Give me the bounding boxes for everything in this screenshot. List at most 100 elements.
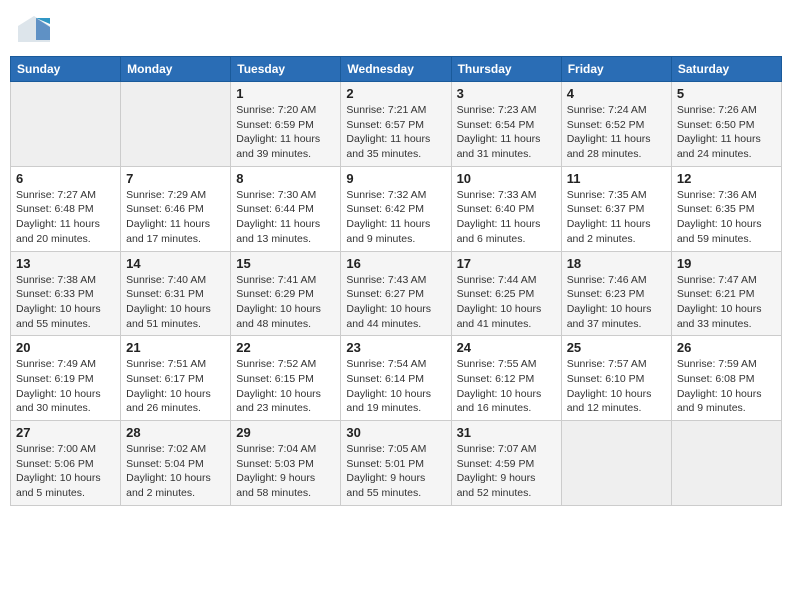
- calendar-cell: 23 Sunrise: 7:54 AMSunset: 6:14 PMDayligh…: [341, 336, 451, 421]
- calendar-cell: 5 Sunrise: 7:26 AMSunset: 6:50 PMDaylight…: [671, 82, 781, 167]
- day-info: Sunrise: 7:04 AMSunset: 5:03 PMDaylight:…: [236, 442, 335, 501]
- calendar-cell: 24 Sunrise: 7:55 AMSunset: 6:12 PMDayligh…: [451, 336, 561, 421]
- calendar-cell: 29 Sunrise: 7:04 AMSunset: 5:03 PMDayligh…: [231, 421, 341, 506]
- calendar-cell: 27 Sunrise: 7:00 AMSunset: 5:06 PMDayligh…: [11, 421, 121, 506]
- weekday-header-saturday: Saturday: [671, 57, 781, 82]
- day-info: Sunrise: 7:02 AMSunset: 5:04 PMDaylight:…: [126, 442, 225, 501]
- calendar-week-4: 20 Sunrise: 7:49 AMSunset: 6:19 PMDayligh…: [11, 336, 782, 421]
- calendar-body: 1 Sunrise: 7:20 AMSunset: 6:59 PMDaylight…: [11, 82, 782, 506]
- calendar-week-1: 1 Sunrise: 7:20 AMSunset: 6:59 PMDaylight…: [11, 82, 782, 167]
- day-number: 21: [126, 340, 225, 355]
- calendar-cell: 8 Sunrise: 7:30 AMSunset: 6:44 PMDaylight…: [231, 166, 341, 251]
- calendar-cell: 12Sunrise: 7:36 AMSunset: 6:35 PMDayligh…: [671, 166, 781, 251]
- calendar-cell: 16Sunrise: 7:43 AMSunset: 6:27 PMDayligh…: [341, 251, 451, 336]
- calendar-cell: 13 Sunrise: 7:38 AMSunset: 6:33 PMDayligh…: [11, 251, 121, 336]
- day-number: 17: [457, 256, 556, 271]
- day-number: 25: [567, 340, 666, 355]
- day-info: Sunrise: 7:40 AMSunset: 6:31 PMDaylight:…: [126, 273, 225, 332]
- day-number: 28: [126, 425, 225, 440]
- calendar-cell: 20 Sunrise: 7:49 AMSunset: 6:19 PMDayligh…: [11, 336, 121, 421]
- day-number: 18: [567, 256, 666, 271]
- day-info: Sunrise: 7:27 AMSunset: 6:48 PMDaylight:…: [16, 188, 115, 247]
- day-number: 2: [346, 86, 445, 101]
- calendar-cell: 21 Sunrise: 7:51 AMSunset: 6:17 PMDayligh…: [121, 336, 231, 421]
- day-number: 13: [16, 256, 115, 271]
- weekday-header-friday: Friday: [561, 57, 671, 82]
- day-info: Sunrise: 7:35 AMSunset: 6:37 PMDaylight:…: [567, 188, 666, 247]
- day-number: 23: [346, 340, 445, 355]
- day-number: 6: [16, 171, 115, 186]
- calendar-cell: 9Sunrise: 7:32 AMSunset: 6:42 PMDaylight…: [341, 166, 451, 251]
- calendar-cell: 2 Sunrise: 7:21 AMSunset: 6:57 PMDaylight…: [341, 82, 451, 167]
- day-number: 1: [236, 86, 335, 101]
- day-info: Sunrise: 7:32 AMSunset: 6:42 PMDaylight:…: [346, 188, 445, 247]
- day-info: Sunrise: 7:51 AMSunset: 6:17 PMDaylight:…: [126, 357, 225, 416]
- day-info: Sunrise: 7:07 AMSunset: 4:59 PMDaylight:…: [457, 442, 556, 501]
- calendar-cell: 15 Sunrise: 7:41 AMSunset: 6:29 PMDayligh…: [231, 251, 341, 336]
- day-number: 5: [677, 86, 776, 101]
- day-number: 4: [567, 86, 666, 101]
- day-number: 16: [346, 256, 445, 271]
- day-info: Sunrise: 7:30 AMSunset: 6:44 PMDaylight:…: [236, 188, 335, 247]
- logo: [16, 14, 54, 44]
- day-number: 8: [236, 171, 335, 186]
- day-info: Sunrise: 7:38 AMSunset: 6:33 PMDaylight:…: [16, 273, 115, 332]
- calendar-cell: 10Sunrise: 7:33 AMSunset: 6:40 PMDayligh…: [451, 166, 561, 251]
- calendar-cell: 6 Sunrise: 7:27 AMSunset: 6:48 PMDaylight…: [11, 166, 121, 251]
- day-number: 20: [16, 340, 115, 355]
- day-number: 24: [457, 340, 556, 355]
- calendar-week-3: 13 Sunrise: 7:38 AMSunset: 6:33 PMDayligh…: [11, 251, 782, 336]
- day-info: Sunrise: 7:52 AMSunset: 6:15 PMDaylight:…: [236, 357, 335, 416]
- day-number: 15: [236, 256, 335, 271]
- day-info: Sunrise: 7:36 AMSunset: 6:35 PMDaylight:…: [677, 188, 776, 247]
- calendar-cell: 11 Sunrise: 7:35 AMSunset: 6:37 PMDayligh…: [561, 166, 671, 251]
- calendar-cell: 3 Sunrise: 7:23 AMSunset: 6:54 PMDaylight…: [451, 82, 561, 167]
- day-info: Sunrise: 7:33 AMSunset: 6:40 PMDaylight:…: [457, 188, 556, 247]
- day-info: Sunrise: 7:55 AMSunset: 6:12 PMDaylight:…: [457, 357, 556, 416]
- day-info: Sunrise: 7:44 AMSunset: 6:25 PMDaylight:…: [457, 273, 556, 332]
- day-info: Sunrise: 7:41 AMSunset: 6:29 PMDaylight:…: [236, 273, 335, 332]
- weekday-header-sunday: Sunday: [11, 57, 121, 82]
- day-number: 14: [126, 256, 225, 271]
- day-info: Sunrise: 7:54 AMSunset: 6:14 PMDaylight:…: [346, 357, 445, 416]
- day-info: Sunrise: 7:20 AMSunset: 6:59 PMDaylight:…: [236, 103, 335, 162]
- day-info: Sunrise: 7:46 AMSunset: 6:23 PMDaylight:…: [567, 273, 666, 332]
- calendar-header-row: SundayMondayTuesdayWednesdayThursdayFrid…: [11, 57, 782, 82]
- day-number: 31: [457, 425, 556, 440]
- weekday-header-tuesday: Tuesday: [231, 57, 341, 82]
- calendar-cell: 25 Sunrise: 7:57 AMSunset: 6:10 PMDayligh…: [561, 336, 671, 421]
- day-info: Sunrise: 7:05 AMSunset: 5:01 PMDaylight:…: [346, 442, 445, 501]
- calendar-cell: [11, 82, 121, 167]
- logo-icon: [16, 14, 52, 44]
- day-info: Sunrise: 7:24 AMSunset: 6:52 PMDaylight:…: [567, 103, 666, 162]
- day-number: 27: [16, 425, 115, 440]
- day-info: Sunrise: 7:57 AMSunset: 6:10 PMDaylight:…: [567, 357, 666, 416]
- calendar-cell: 1 Sunrise: 7:20 AMSunset: 6:59 PMDaylight…: [231, 82, 341, 167]
- day-info: Sunrise: 7:00 AMSunset: 5:06 PMDaylight:…: [16, 442, 115, 501]
- weekday-header-monday: Monday: [121, 57, 231, 82]
- day-number: 22: [236, 340, 335, 355]
- day-number: 19: [677, 256, 776, 271]
- calendar-cell: 31 Sunrise: 7:07 AMSunset: 4:59 PMDayligh…: [451, 421, 561, 506]
- calendar-cell: 18 Sunrise: 7:46 AMSunset: 6:23 PMDayligh…: [561, 251, 671, 336]
- calendar-cell: 28 Sunrise: 7:02 AMSunset: 5:04 PMDayligh…: [121, 421, 231, 506]
- day-info: Sunrise: 7:26 AMSunset: 6:50 PMDaylight:…: [677, 103, 776, 162]
- day-number: 11: [567, 171, 666, 186]
- day-info: Sunrise: 7:23 AMSunset: 6:54 PMDaylight:…: [457, 103, 556, 162]
- day-info: Sunrise: 7:21 AMSunset: 6:57 PMDaylight:…: [346, 103, 445, 162]
- calendar-cell: 30 Sunrise: 7:05 AMSunset: 5:01 PMDayligh…: [341, 421, 451, 506]
- calendar-table: SundayMondayTuesdayWednesdayThursdayFrid…: [10, 56, 782, 506]
- day-info: Sunrise: 7:59 AMSunset: 6:08 PMDaylight:…: [677, 357, 776, 416]
- calendar-cell: 7Sunrise: 7:29 AMSunset: 6:46 PMDaylight…: [121, 166, 231, 251]
- calendar-cell: 22 Sunrise: 7:52 AMSunset: 6:15 PMDayligh…: [231, 336, 341, 421]
- day-info: Sunrise: 7:49 AMSunset: 6:19 PMDaylight:…: [16, 357, 115, 416]
- calendar-cell: 26 Sunrise: 7:59 AMSunset: 6:08 PMDayligh…: [671, 336, 781, 421]
- day-number: 30: [346, 425, 445, 440]
- day-number: 29: [236, 425, 335, 440]
- day-number: 26: [677, 340, 776, 355]
- weekday-header-thursday: Thursday: [451, 57, 561, 82]
- calendar-cell: 19 Sunrise: 7:47 AMSunset: 6:21 PMDayligh…: [671, 251, 781, 336]
- day-info: Sunrise: 7:47 AMSunset: 6:21 PMDaylight:…: [677, 273, 776, 332]
- calendar-cell: [121, 82, 231, 167]
- day-number: 3: [457, 86, 556, 101]
